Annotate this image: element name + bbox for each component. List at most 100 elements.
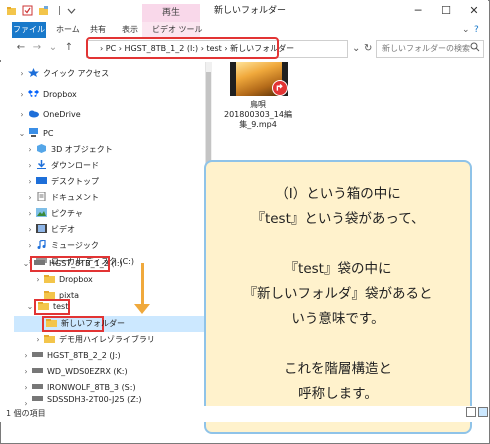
play-context-tab[interactable]: 再生 bbox=[142, 4, 200, 22]
expand-chevron[interactable]: › bbox=[26, 222, 34, 238]
recent-locations-button[interactable]: ⌄ bbox=[46, 38, 60, 58]
tree-item-test[interactable]: test bbox=[38, 299, 68, 315]
forward-button[interactable]: → bbox=[30, 38, 44, 58]
expand-chevron[interactable]: › bbox=[34, 332, 42, 348]
address-highlight-box bbox=[86, 37, 279, 59]
drive-icon bbox=[34, 260, 45, 265]
tree-item-label: OneDrive bbox=[43, 110, 81, 119]
maximize-button[interactable]: ☐ bbox=[432, 0, 460, 22]
tree-item-quick-access[interactable]: クイック アクセス bbox=[28, 66, 109, 82]
folder-icon bbox=[44, 291, 55, 299]
tree-item-dropbox[interactable]: Dropbox bbox=[28, 87, 77, 103]
expand-chevron[interactable]: › bbox=[26, 174, 34, 190]
tree-item-label: 3D オブジェクト bbox=[51, 145, 113, 154]
quick-access-separator: | bbox=[58, 6, 62, 16]
folder-icon bbox=[38, 302, 49, 310]
music-icon bbox=[37, 240, 46, 249]
tree-item-pc[interactable]: PC bbox=[28, 126, 53, 142]
tab-video-tools[interactable]: ビデオ ツール bbox=[152, 22, 203, 38]
search-input[interactable]: 新しいフォルダーの検索 bbox=[376, 40, 484, 58]
tree-item-music[interactable]: ミュージック bbox=[36, 238, 99, 254]
drive-icon bbox=[32, 384, 43, 389]
tree-item-label: 新しいフォルダー bbox=[61, 319, 125, 328]
callout-text: （I）という箱の中に 『test』という袋があって、 『test』袋の中に 『新… bbox=[243, 186, 433, 402]
tree-item-label: ダウンロード bbox=[51, 161, 99, 170]
tree-item-new-folder[interactable]: 新しいフォルダー bbox=[46, 316, 125, 332]
expand-chevron[interactable]: › bbox=[18, 66, 26, 82]
address-dropdown-button[interactable]: ⌄ bbox=[352, 40, 360, 58]
large-icons-view-icon[interactable] bbox=[478, 407, 488, 417]
up-button[interactable]: ↑ bbox=[62, 38, 76, 58]
search-icon bbox=[470, 42, 480, 52]
expand-chevron[interactable]: › bbox=[26, 190, 34, 206]
tree-item-hgst-8tb-1-2[interactable]: HGST_8TB_1_2 (I:) bbox=[34, 256, 123, 272]
tree-item-documents[interactable]: ドキュメント bbox=[36, 190, 99, 206]
expand-chevron[interactable]: › bbox=[18, 107, 26, 123]
tree-item-label: デスクトップ bbox=[51, 177, 99, 186]
tree-item-pictures[interactable]: ピクチャ bbox=[36, 206, 83, 222]
tab-share[interactable]: 共有 bbox=[90, 22, 106, 38]
tree-item-desktop[interactable]: デスクトップ bbox=[36, 174, 99, 190]
expand-chevron[interactable]: › bbox=[18, 87, 26, 103]
folder-icon bbox=[44, 335, 55, 343]
tree-item-videos[interactable]: ビデオ bbox=[36, 222, 75, 238]
shortcut-badge-icon bbox=[272, 80, 288, 96]
new-folder-icon[interactable] bbox=[38, 5, 49, 16]
file-name[interactable]: 鳥唄 201800303_14編 集_9.mp4 bbox=[222, 100, 294, 130]
tree-item-label: ビデオ bbox=[51, 225, 75, 234]
tree-item-downloads[interactable]: ダウンロード bbox=[36, 158, 99, 174]
collapse-chevron[interactable]: ⌄ bbox=[22, 256, 30, 272]
refresh-button[interactable]: ↻ bbox=[364, 40, 372, 58]
ribbon-expand-button[interactable]: ⌄ bbox=[462, 22, 470, 38]
annotation-arrow-shaft bbox=[141, 263, 144, 309]
expand-chevron[interactable]: › bbox=[22, 364, 30, 380]
item-count: 1 個の項目 bbox=[6, 409, 46, 418]
tree-item-wd[interactable]: WD_WDS0EZRX (K:) bbox=[32, 364, 128, 380]
tree-item-label: ドキュメント bbox=[51, 193, 99, 202]
cloud-icon bbox=[29, 110, 39, 118]
tree-item-label: ミュージック bbox=[51, 241, 99, 250]
folder-icon[interactable] bbox=[6, 5, 17, 16]
tab-file[interactable]: ファイル bbox=[12, 22, 46, 38]
tab-home[interactable]: ホーム bbox=[56, 22, 80, 38]
folder-icon bbox=[46, 319, 57, 327]
expand-chevron[interactable]: › bbox=[26, 206, 34, 222]
expand-chevron[interactable]: › bbox=[34, 272, 42, 288]
back-button[interactable]: ← bbox=[14, 38, 28, 58]
dropbox-icon bbox=[28, 90, 39, 97]
pc-icon bbox=[29, 128, 38, 137]
file-name-line: 集_9.mp4 bbox=[239, 120, 277, 129]
tab-view[interactable]: 表示 bbox=[122, 22, 138, 38]
expand-chevron[interactable]: › bbox=[26, 158, 34, 174]
drive-icon bbox=[32, 368, 43, 373]
details-view-icon[interactable] bbox=[466, 407, 476, 417]
tree-item-3d-objects[interactable]: 3D オブジェクト bbox=[36, 142, 113, 158]
tree-item-hgst-8tb-2-2[interactable]: HGST_8TB_2_2 (J:) bbox=[32, 348, 121, 364]
tree-item-demo-library[interactable]: デモ用ハイレゾライブラリ bbox=[44, 332, 155, 348]
tree-item-label: クイック アクセス bbox=[43, 69, 110, 78]
tree-item-label: PC bbox=[43, 129, 54, 138]
tree-item-onedrive[interactable]: OneDrive bbox=[28, 107, 81, 123]
minimize-button[interactable]: ─ bbox=[404, 0, 432, 22]
close-button[interactable]: ✕ bbox=[460, 0, 488, 22]
expand-chevron[interactable]: › bbox=[22, 380, 30, 396]
tree-item-label: HGST_8TB_1_2 (I:) bbox=[49, 259, 123, 268]
collapse-chevron[interactable]: ⌄ bbox=[18, 126, 26, 142]
help-button[interactable]: ? bbox=[474, 22, 479, 38]
cube-icon bbox=[37, 144, 46, 153]
expand-chevron[interactable]: › bbox=[22, 348, 30, 364]
desktop-icon bbox=[36, 177, 47, 184]
star-icon bbox=[28, 68, 39, 77]
file-name-line: 201800303_14編 bbox=[224, 110, 292, 119]
properties-icon[interactable] bbox=[22, 5, 33, 16]
expand-chevron[interactable]: › bbox=[26, 142, 34, 158]
tree-item-dropbox-folder[interactable]: Dropbox bbox=[44, 272, 93, 288]
tree-item-label: デモ用ハイレゾライブラリ bbox=[59, 335, 155, 344]
tree-item-label: test bbox=[53, 302, 69, 311]
expand-chevron[interactable]: › bbox=[26, 238, 34, 254]
folder-icon bbox=[44, 275, 55, 283]
collapse-chevron[interactable]: ⌄ bbox=[26, 299, 34, 315]
customize-icon[interactable] bbox=[66, 5, 77, 16]
video-icon bbox=[36, 224, 47, 233]
document-icon bbox=[37, 192, 46, 201]
